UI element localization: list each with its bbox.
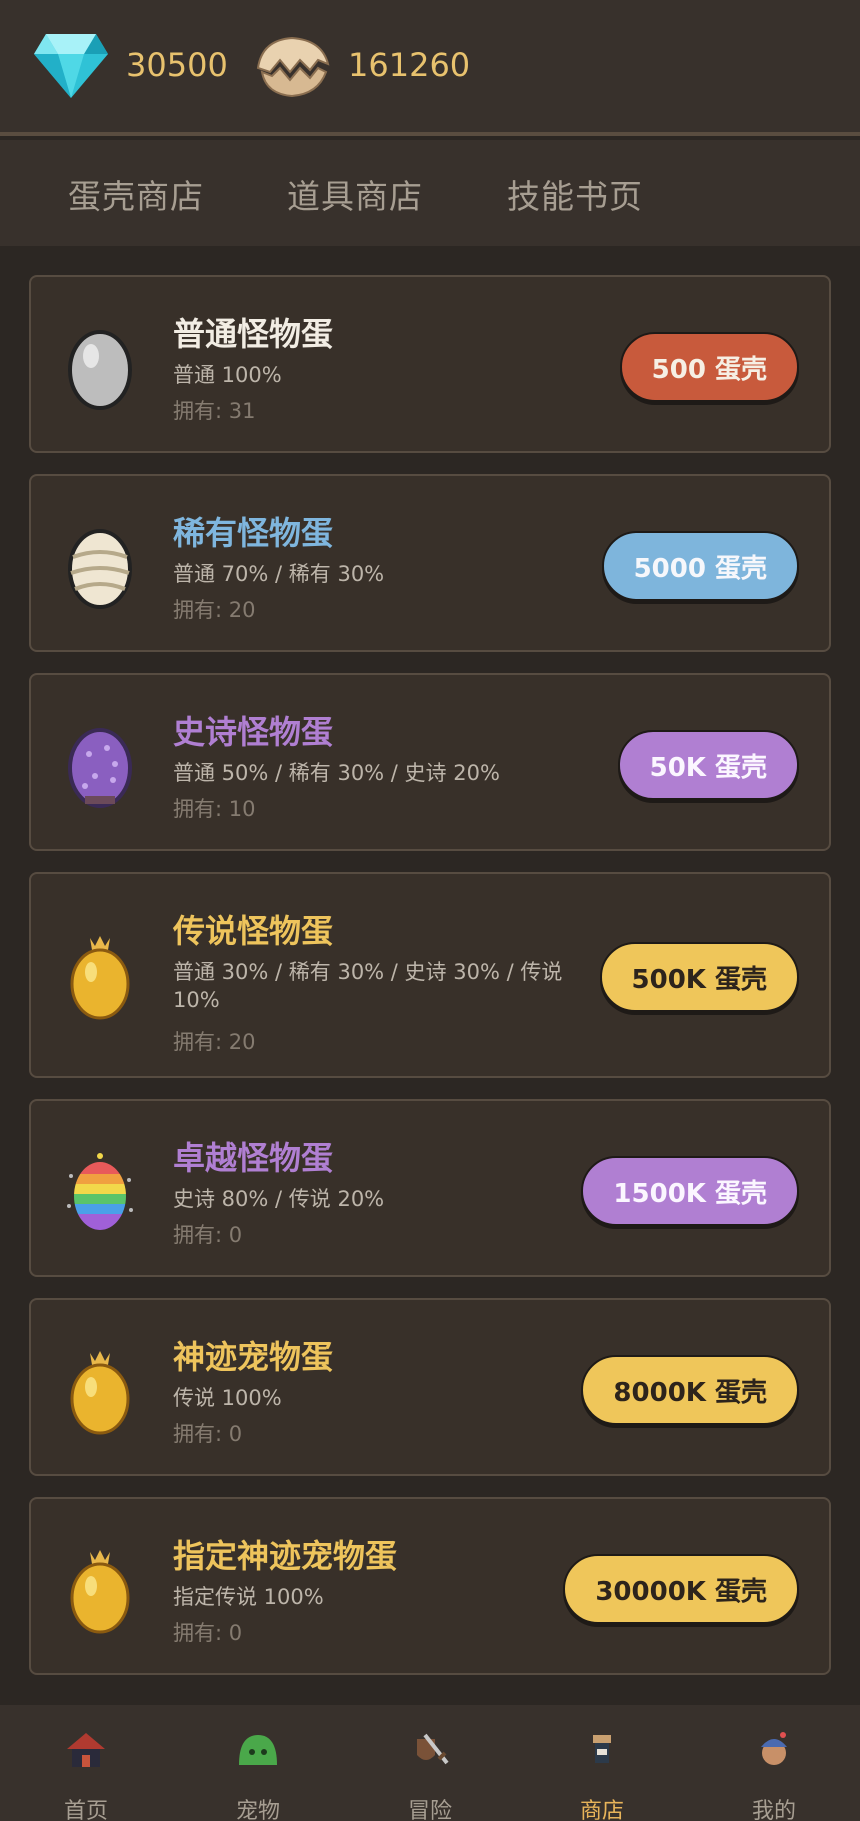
egg-name: 稀有怪物蛋 — [173, 514, 334, 552]
egg-name: 普通怪物蛋 — [173, 315, 334, 353]
egg-owned-count: 拥有: 0 — [173, 1422, 243, 1446]
egg-card-legendary: 传说怪物蛋 普通 30% / 稀有 30% / 史诗 30% / 传说 10% … — [29, 872, 831, 1078]
nav-pets[interactable]: 宠物 — [198, 1725, 318, 1821]
bottom-nav: 首页 宠物 冒险 商店 我的 — [0, 1705, 860, 1821]
egg-name: 卓越怪物蛋 — [173, 1139, 334, 1177]
egg-odds: 传说 100% — [173, 1386, 282, 1410]
egg-odds: 史诗 80% / 传说 20% — [173, 1187, 385, 1211]
buy-button[interactable]: 500 蛋壳 — [619, 332, 799, 402]
tab-eggshell-shop[interactable]: 蛋壳商店 — [68, 170, 204, 218]
egg-card-designated-miracle: 指定神迹宠物蛋 指定传说 100% 拥有: 0 30000K 蛋壳 — [29, 1497, 831, 1675]
egg-card-common: 普通怪物蛋 普通 100% 拥有: 31 500 蛋壳 — [29, 275, 831, 453]
diamond-value: 30500 — [126, 46, 228, 84]
nav-adventure[interactable]: 冒险 — [370, 1725, 490, 1821]
diamond-balance: 30500 — [32, 30, 228, 100]
buy-button[interactable]: 1500K 蛋壳 — [581, 1156, 799, 1226]
egg-owned-count: 拥有: 0 — [173, 1223, 243, 1247]
egg-name: 神迹宠物蛋 — [173, 1338, 334, 1376]
golden-egg-icon — [70, 1550, 130, 1634]
profile-icon — [761, 1732, 787, 1765]
nav-home[interactable]: 首页 — [26, 1725, 146, 1821]
tab-skill-pages[interactable]: 技能书页 — [507, 170, 643, 218]
egg-card-superior: 卓越怪物蛋 史诗 80% / 传说 20% 拥有: 0 1500K 蛋壳 — [29, 1099, 831, 1277]
rainbow-egg-icon — [67, 1153, 133, 1230]
buy-button[interactable]: 50K 蛋壳 — [617, 730, 799, 800]
egg-name: 史诗怪物蛋 — [173, 713, 334, 751]
egg-owned-count: 拥有: 20 — [173, 598, 256, 622]
egg-odds: 普通 50% / 稀有 30% / 史诗 20% — [173, 761, 500, 785]
egg-odds: 普通 30% / 稀有 30% / 史诗 30% / 传说 10% — [173, 960, 563, 1012]
egg-name: 指定神迹宠物蛋 — [173, 1537, 398, 1575]
sword-shield-icon — [417, 1733, 449, 1765]
common-egg-icon — [68, 330, 132, 410]
eggshell-value: 161260 — [348, 46, 471, 84]
egg-card-rare: 稀有怪物蛋 普通 70% / 稀有 30% 拥有: 20 5000 蛋壳 — [29, 474, 831, 652]
egg-list: 普通怪物蛋 普通 100% 拥有: 31 500 蛋壳 稀有怪物蛋 普通 70%… — [29, 275, 831, 1696]
egg-owned-count: 拥有: 20 — [173, 1030, 256, 1054]
buy-button[interactable]: 30000K 蛋壳 — [563, 1554, 799, 1624]
tab-item-shop[interactable]: 道具商店 — [287, 170, 423, 218]
egg-odds: 普通 100% — [173, 363, 282, 387]
legendary-egg-icon — [70, 936, 130, 1020]
slime-icon — [239, 1735, 277, 1765]
egg-odds: 普通 70% / 稀有 30% — [173, 562, 385, 586]
golden-egg-icon — [70, 1351, 130, 1435]
egg-card-miracle: 神迹宠物蛋 传说 100% 拥有: 0 8000K 蛋壳 — [29, 1298, 831, 1476]
egg-owned-count: 拥有: 10 — [173, 797, 256, 821]
eggshell-icon — [256, 36, 330, 98]
currency-bar: 30500 161260 — [0, 0, 860, 136]
diamond-icon — [34, 34, 108, 98]
eggshell-balance: 161260 — [252, 30, 470, 100]
egg-name: 传说怪物蛋 — [173, 912, 334, 950]
buy-button[interactable]: 500K 蛋壳 — [599, 942, 799, 1012]
buy-button[interactable]: 8000K 蛋壳 — [581, 1355, 799, 1425]
egg-card-epic: 史诗怪物蛋 普通 50% / 稀有 30% / 史诗 20% 拥有: 10 50… — [29, 673, 831, 851]
shop-tabs: 蛋壳商店 道具商店 技能书页 — [0, 140, 860, 246]
egg-owned-count: 拥有: 31 — [173, 399, 256, 423]
home-icon — [67, 1733, 105, 1767]
egg-odds: 指定传说 100% — [173, 1585, 324, 1609]
shop-icon — [593, 1735, 611, 1763]
egg-owned-count: 拥有: 0 — [173, 1621, 243, 1645]
nav-profile[interactable]: 我的 — [714, 1725, 834, 1821]
epic-egg-icon — [68, 728, 132, 808]
buy-button[interactable]: 5000 蛋壳 — [601, 531, 799, 601]
nav-shop[interactable]: 商店 — [542, 1725, 662, 1821]
rare-egg-icon — [68, 529, 132, 609]
